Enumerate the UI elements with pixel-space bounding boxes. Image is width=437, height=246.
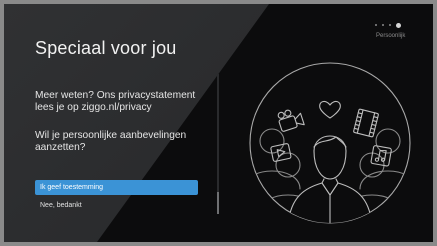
decline-button[interactable]: Nee, bedankt [35,199,198,212]
step-dot [382,24,384,26]
privacy-info-text: Meer weten? Ons privacystatement lees je… [35,90,196,113]
step-dot [389,24,391,26]
scrollbar[interactable] [217,74,219,214]
step-dot-active [396,22,401,28]
step-dot [375,24,377,26]
personalization-illustration-icon [249,62,411,224]
scrollbar-thumb[interactable] [217,192,219,214]
step-indicator [375,20,401,30]
step-label: Persoonlijk [376,33,406,39]
recommendation-question: Wil je persoonlijke aanbevelingen aanzet… [35,130,187,153]
page-title: Speciaal voor jou [35,38,177,58]
tv-screen: Speciaal voor jou Meer weten? Ons privac… [4,4,433,242]
accept-button[interactable]: Ik geef toestemming [35,180,198,195]
